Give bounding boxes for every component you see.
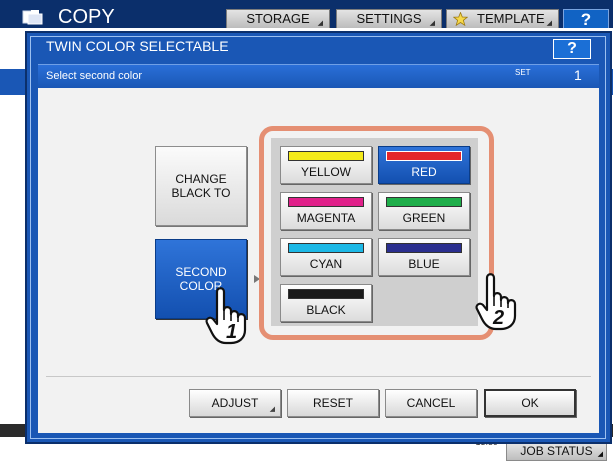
footer-divider [46, 376, 591, 377]
instruction-text: Select second color [46, 70, 142, 82]
ok-button[interactable]: OK [484, 389, 576, 417]
color-magenta-button[interactable]: MAGENTA [280, 192, 372, 230]
set-label: SET [515, 68, 531, 77]
expand-arrow-icon: ◢ [597, 451, 603, 458]
dialog-title: TWIN COLOR SELECTABLE [46, 38, 229, 54]
color-label: MAGENTA [296, 211, 356, 225]
reset-button[interactable]: RESET [287, 389, 379, 417]
color-label: CYAN [309, 257, 343, 271]
expand-arrow-icon: ◢ [269, 406, 275, 413]
color-label: BLACK [306, 303, 346, 317]
star-icon [453, 12, 468, 26]
color-yellow-button[interactable]: YELLOW [280, 146, 372, 184]
set-value: 1 [574, 67, 582, 83]
color-black-button[interactable]: BLACK [280, 284, 372, 322]
hand-pointer-icon: 2 [475, 273, 517, 331]
yellow-swatch [288, 151, 364, 161]
color-cyan-button[interactable]: CYAN [280, 238, 372, 276]
tab-settings-label: SETTINGS [356, 11, 422, 26]
change-black-to-button[interactable]: CHANGE BLACK TO [155, 146, 247, 226]
color-red-button[interactable]: RED [378, 146, 470, 184]
step-number: 2 [492, 307, 504, 329]
step-number: 1 [226, 321, 237, 343]
expand-arrow-icon: ◢ [429, 20, 435, 27]
tab-template-label: TEMPLATE [477, 11, 545, 26]
cyan-swatch [288, 243, 364, 253]
expand-arrow-icon: ◢ [546, 20, 552, 27]
adjust-button[interactable]: ADJUST ◢ [189, 389, 281, 417]
job-status-label: JOB STATUS [520, 444, 593, 458]
color-label: YELLOW [300, 165, 351, 179]
color-green-button[interactable]: GREEN [378, 192, 470, 230]
tab-settings[interactable]: SETTINGS ◢ [336, 9, 442, 28]
black-swatch [288, 289, 364, 299]
green-swatch [386, 197, 462, 207]
tab-template[interactable]: TEMPLATE ◢ [446, 9, 559, 28]
adjust-label: ADJUST [211, 396, 259, 410]
help-button[interactable]: ? [563, 9, 609, 29]
dialog-help-button[interactable]: ? [553, 39, 591, 59]
magenta-swatch [288, 197, 364, 207]
tab-storage-label: STORAGE [246, 11, 310, 26]
hand-pointer-icon: 1 [205, 287, 247, 345]
color-label: RED [411, 165, 437, 179]
cancel-button[interactable]: CANCEL [385, 389, 477, 417]
app-title: COPY [58, 6, 115, 28]
red-swatch [386, 151, 462, 161]
job-status-button[interactable]: JOB STATUS ◢ [506, 441, 607, 461]
color-label: GREEN [402, 211, 446, 225]
copy-icon [22, 10, 43, 25]
tab-storage[interactable]: STORAGE ◢ [226, 9, 330, 28]
expand-arrow-icon: ◢ [317, 20, 323, 27]
color-label: BLUE [408, 257, 440, 271]
color-blue-button[interactable]: BLUE [378, 238, 470, 276]
blue-swatch [386, 243, 462, 253]
